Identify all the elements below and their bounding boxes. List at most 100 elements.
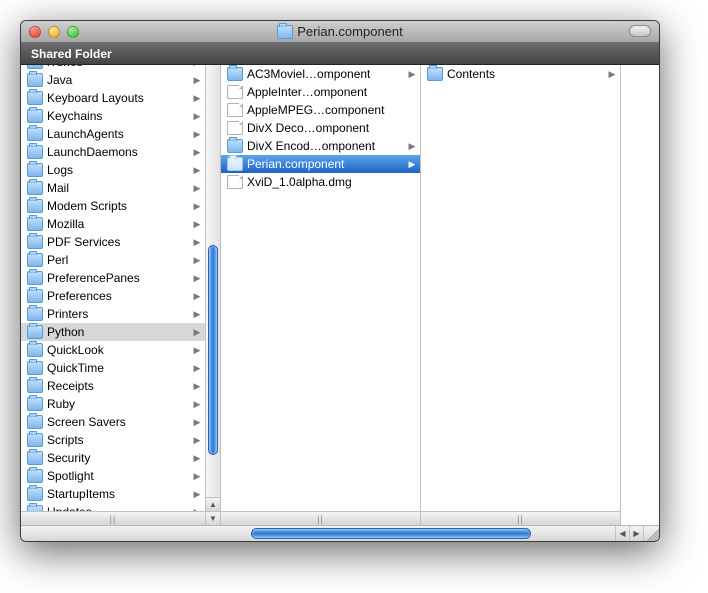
list-item[interactable]: Scripts▶ (21, 431, 205, 449)
folder-icon (27, 109, 43, 123)
disclosure-arrow-icon: ▶ (193, 93, 201, 104)
item-label: AC3Moviel…omponent (247, 67, 402, 81)
item-label: LaunchAgents (47, 127, 187, 141)
item-label: Scripts (47, 433, 187, 447)
item-label: Screen Savers (47, 415, 187, 429)
horizontal-scrollbar[interactable]: ◀ ▶ (21, 525, 659, 541)
folder-icon (277, 25, 293, 39)
folder-icon (27, 253, 43, 267)
scroll-right-button[interactable]: ▶ (629, 526, 643, 541)
list-item[interactable]: Keychains▶ (21, 107, 205, 125)
window-title: Perian.component (21, 24, 659, 39)
folder-icon (27, 397, 43, 411)
list-item[interactable]: Preferences▶ (21, 287, 205, 305)
list-item[interactable]: DivX Deco…omponent (221, 119, 420, 137)
list-item[interactable]: XviD_1.0alpha.dmg (221, 173, 420, 191)
disclosure-arrow-icon: ▶ (193, 65, 201, 68)
toolbar-toggle-pill[interactable] (629, 25, 651, 37)
file-icon (227, 175, 243, 189)
folder-icon (427, 67, 443, 81)
list-item[interactable]: StartupItems▶ (21, 485, 205, 503)
window-title-text: Perian.component (297, 24, 403, 39)
folder-icon (27, 271, 43, 285)
vertical-scroll-thumb[interactable] (208, 245, 218, 455)
list-item[interactable]: Receipts▶ (21, 377, 205, 395)
disclosure-arrow-icon: ▶ (608, 69, 616, 80)
list-item[interactable]: Mail▶ (21, 179, 205, 197)
disclosure-arrow-icon: ▶ (193, 381, 201, 392)
list-item[interactable]: LaunchDaemons▶ (21, 143, 205, 161)
shared-folder-bar: Shared Folder (21, 43, 659, 65)
disclosure-arrow-icon: ▶ (193, 273, 201, 284)
folder-icon (27, 343, 43, 357)
list-item[interactable]: Spotlight▶ (21, 467, 205, 485)
column-resize-grip[interactable]: || (21, 511, 205, 525)
folder-icon (27, 73, 43, 87)
item-label: PreferencePanes (47, 271, 187, 285)
list-item[interactable]: Contents▶ (421, 65, 620, 83)
list-item[interactable]: PreferencePanes ▶ (21, 269, 205, 287)
list-item[interactable]: Python▶ (21, 323, 205, 341)
disclosure-arrow-icon: ▶ (193, 111, 201, 122)
folder-icon (27, 451, 43, 465)
list-item[interactable]: Logs▶ (21, 161, 205, 179)
item-label: DivX Deco…omponent (247, 121, 416, 135)
folder-icon (227, 67, 243, 81)
list-item[interactable]: AppleMPEG…component (221, 101, 420, 119)
column-list[interactable]: iTunes▶Java▶Keyboard Layouts▶Keychains▶L… (21, 65, 205, 525)
horizontal-scroll-thumb[interactable] (251, 528, 531, 539)
disclosure-arrow-icon: ▶ (193, 255, 201, 266)
list-item[interactable]: AppleInter…omponent (221, 83, 420, 101)
list-item[interactable]: QuickTime▶ (21, 359, 205, 377)
column-resize-grip[interactable]: || (221, 511, 420, 525)
list-item[interactable]: PDF Services▶ (21, 233, 205, 251)
item-label: Security (47, 451, 187, 465)
column-browser: iTunes▶Java▶Keyboard Layouts▶Keychains▶L… (21, 65, 659, 525)
scroll-up-button[interactable]: ▲ (206, 497, 220, 511)
list-item[interactable]: QuickLook▶ (21, 341, 205, 359)
folder-icon (27, 415, 43, 429)
item-label: XviD_1.0alpha.dmg (247, 175, 416, 189)
list-item[interactable]: Screen Savers ▶ (21, 413, 205, 431)
folder-icon (27, 91, 43, 105)
item-label: Ruby (47, 397, 187, 411)
folder-icon (27, 289, 43, 303)
scroll-down-button[interactable]: ▼ (206, 511, 220, 525)
folder-icon (27, 307, 43, 321)
list-item[interactable]: Perl ▶ (21, 251, 205, 269)
list-item[interactable]: DivX Encod…omponent▶ (221, 137, 420, 155)
column-resize-grip[interactable]: || (421, 511, 620, 525)
disclosure-arrow-icon: ▶ (193, 417, 201, 428)
zoom-button[interactable] (67, 26, 79, 38)
titlebar[interactable]: Perian.component (21, 21, 659, 43)
disclosure-arrow-icon: ▶ (193, 453, 201, 464)
disclosure-arrow-icon: ▶ (193, 345, 201, 356)
traffic-lights (21, 26, 79, 38)
item-label: DivX Encod…omponent (247, 139, 402, 153)
column-list[interactable]: AC3Moviel…omponent▶AppleInter…omponentAp… (221, 65, 420, 525)
list-item[interactable]: Security ▶ (21, 449, 205, 467)
list-item[interactable]: LaunchAgents▶ (21, 125, 205, 143)
item-label: Keyboard Layouts (47, 91, 187, 105)
list-item[interactable]: Modem Scripts▶ (21, 197, 205, 215)
column-list[interactable]: Contents▶ (421, 65, 620, 525)
vertical-scrollbar[interactable]: ▲▼ (205, 65, 220, 525)
list-item[interactable]: Mozilla▶ (21, 215, 205, 233)
resize-grip[interactable] (643, 526, 659, 541)
disclosure-arrow-icon: ▶ (193, 237, 201, 248)
item-label: Python (47, 325, 187, 339)
list-item[interactable]: AC3Moviel…omponent▶ (221, 65, 420, 83)
list-item[interactable]: Ruby▶ (21, 395, 205, 413)
list-item[interactable]: Java▶ (21, 71, 205, 89)
scroll-left-button[interactable]: ◀ (615, 526, 629, 541)
list-item[interactable]: Printers▶ (21, 305, 205, 323)
folder-icon (27, 127, 43, 141)
list-item[interactable]: Perian.component▶ (221, 155, 420, 173)
item-label: Perl (47, 253, 187, 267)
disclosure-arrow-icon: ▶ (193, 489, 201, 500)
disclosure-arrow-icon: ▶ (193, 291, 201, 302)
item-label: Logs (47, 163, 187, 177)
minimize-button[interactable] (48, 26, 60, 38)
close-button[interactable] (29, 26, 41, 38)
list-item[interactable]: Keyboard Layouts ▶ (21, 89, 205, 107)
